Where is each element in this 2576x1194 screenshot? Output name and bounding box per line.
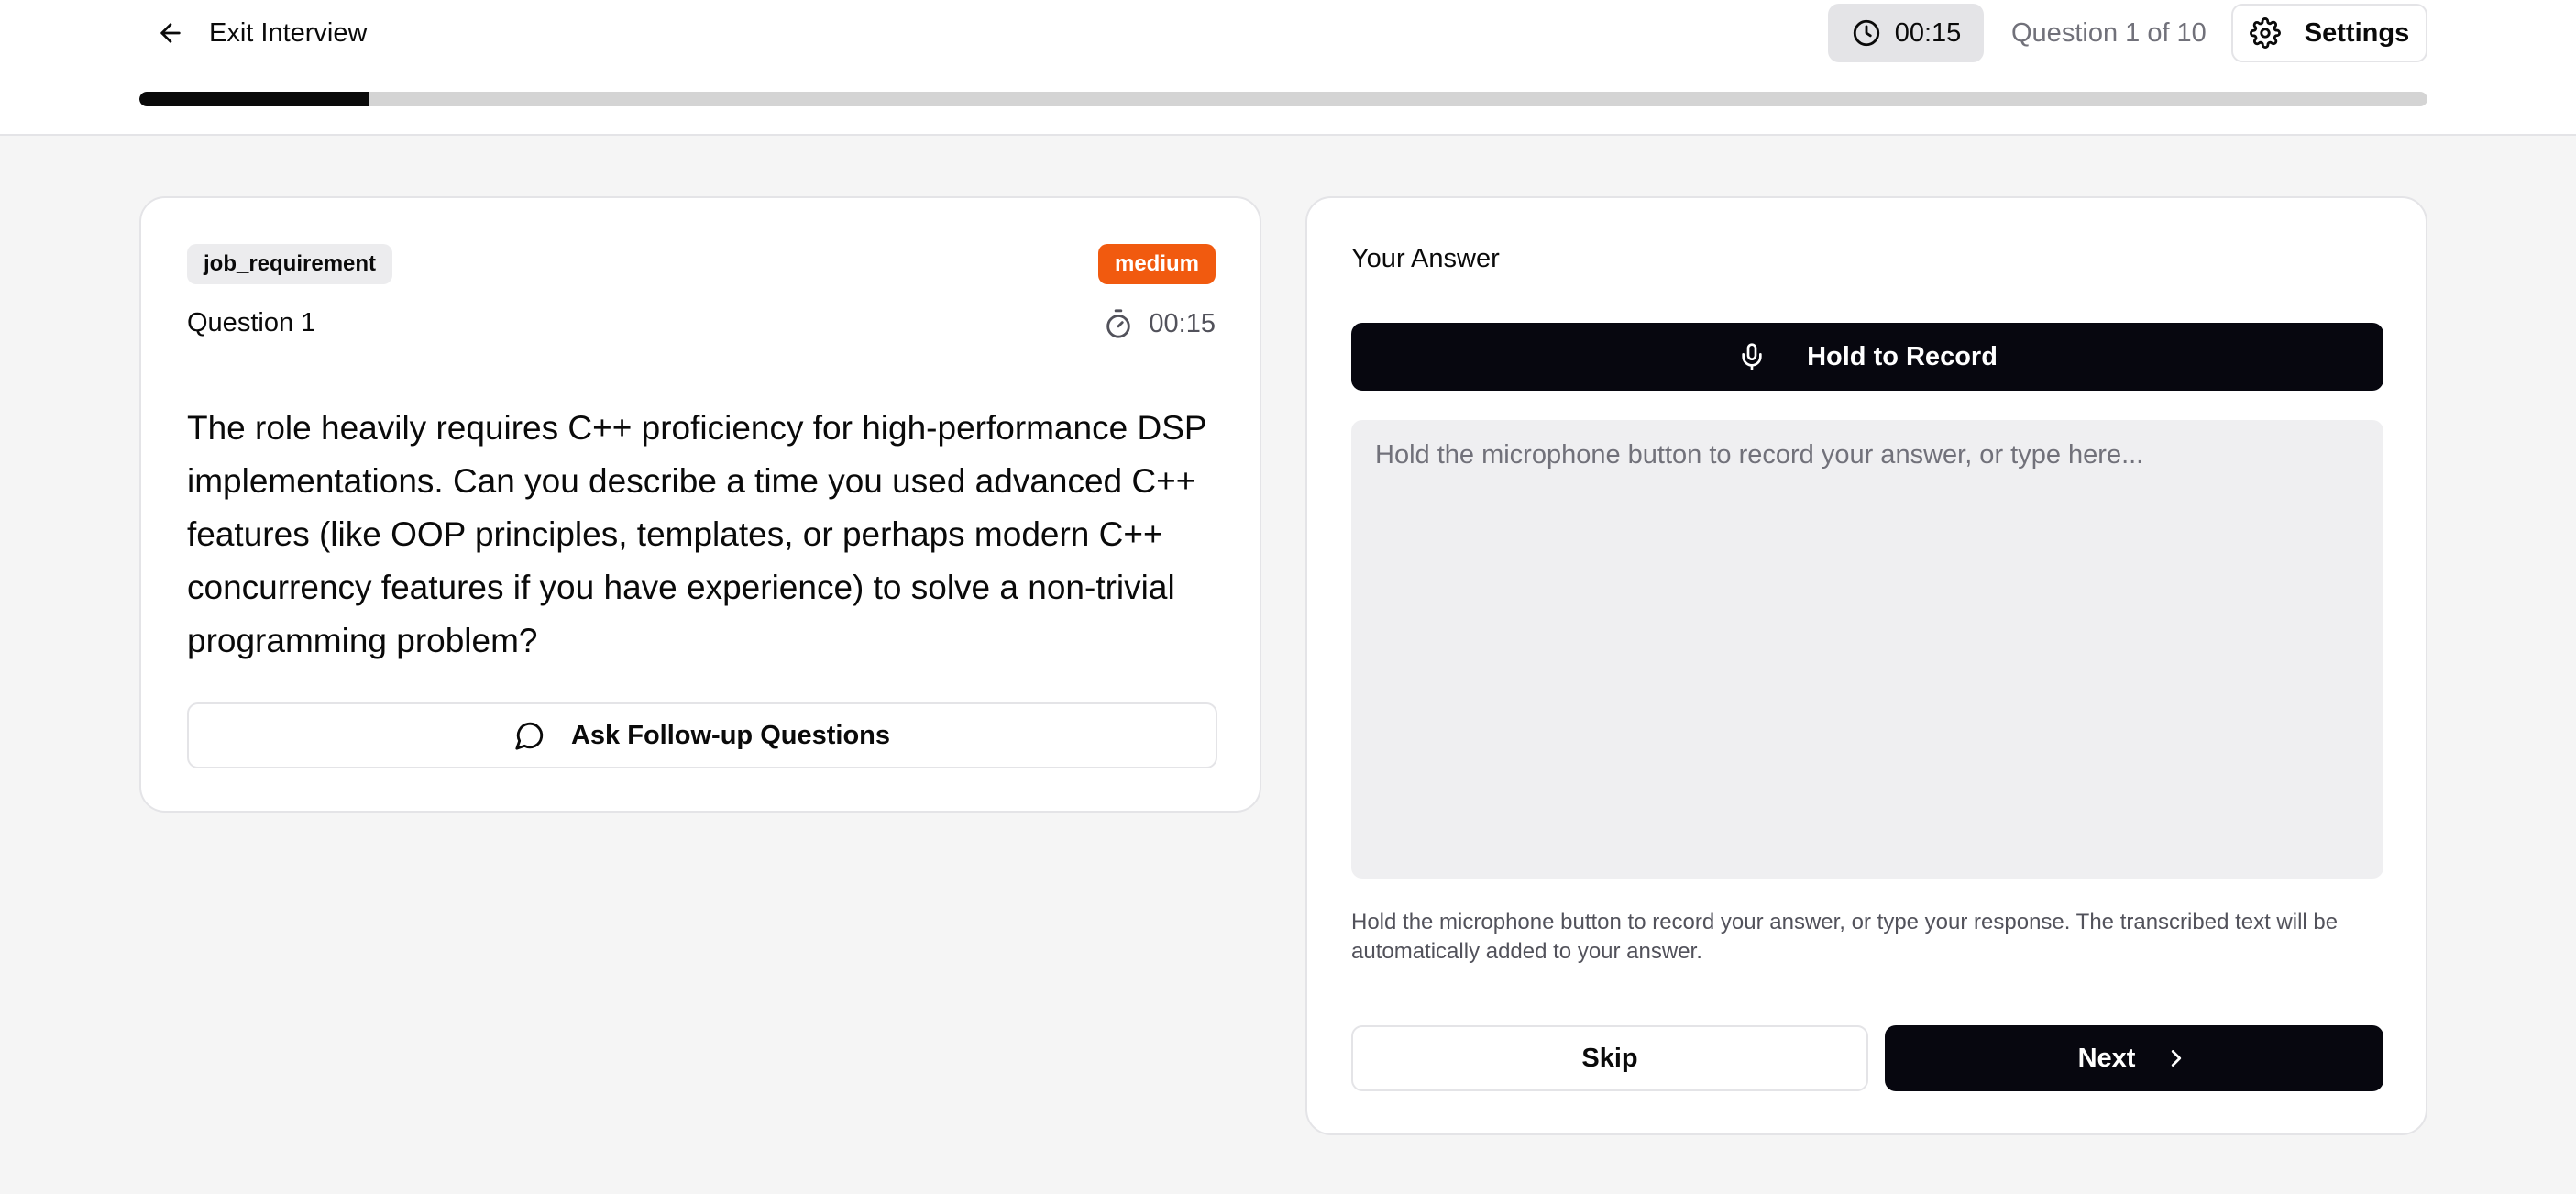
interview-timer: 00:15 <box>1828 4 1984 62</box>
ask-follow-up-label: Ask Follow-up Questions <box>570 720 890 750</box>
exit-interview-label: Exit Interview <box>209 17 368 48</box>
arrow-left-icon <box>160 23 181 43</box>
hold-to-record-label: Hold to Record <box>1807 341 1998 371</box>
answer-textarea[interactable] <box>1351 420 2383 879</box>
microphone-icon <box>1742 343 1762 370</box>
gear-icon <box>2249 17 2281 49</box>
next-label: Next <box>2077 1043 2136 1073</box>
timer-value: 00:15 <box>1894 17 1962 48</box>
answer-card: Your Answer Hold to Record Hold the micr… <box>1305 196 2427 1135</box>
category-tag: job_requirement <box>187 244 393 284</box>
skip-label: Skip <box>1581 1043 1638 1073</box>
answer-hint: Hold the microphone button to record you… <box>1351 910 2339 964</box>
settings-button[interactable]: Settings <box>2231 4 2427 62</box>
chat-bubble-icon <box>515 722 544 750</box>
interview-progress-bar <box>139 92 2427 106</box>
exit-interview-button[interactable]: Exit Interview <box>156 13 367 53</box>
skip-button[interactable]: Skip <box>1351 1025 1868 1091</box>
ask-follow-up-button[interactable]: Ask Follow-up Questions <box>187 702 1217 768</box>
question-timer: 00:15 <box>1103 308 1216 339</box>
question-title: Question 1 <box>187 308 316 337</box>
top-bar: Exit Interview 00:15 Question 1 of 10 Se… <box>0 0 2576 136</box>
hold-to-record-button[interactable]: Hold to Record <box>1351 323 2383 391</box>
answer-title: Your Answer <box>1351 244 1500 273</box>
question-card: job_requirement medium Question 1 00:15 … <box>139 196 1261 813</box>
chevron-right-icon <box>2172 1050 2182 1067</box>
question-text: The role heavily requires C++ proficienc… <box>187 409 1206 659</box>
next-button[interactable]: Next <box>1885 1025 2383 1091</box>
settings-label: Settings <box>2304 17 2410 48</box>
difficulty-badge: medium <box>1097 244 1216 284</box>
question-timer-value: 00:15 <box>1149 308 1216 338</box>
progress-bar-fill <box>139 92 369 106</box>
clock-icon <box>1853 19 1879 47</box>
question-counter: Question 1 of 10 <box>2011 17 2207 48</box>
stopwatch-icon <box>1106 309 1131 338</box>
